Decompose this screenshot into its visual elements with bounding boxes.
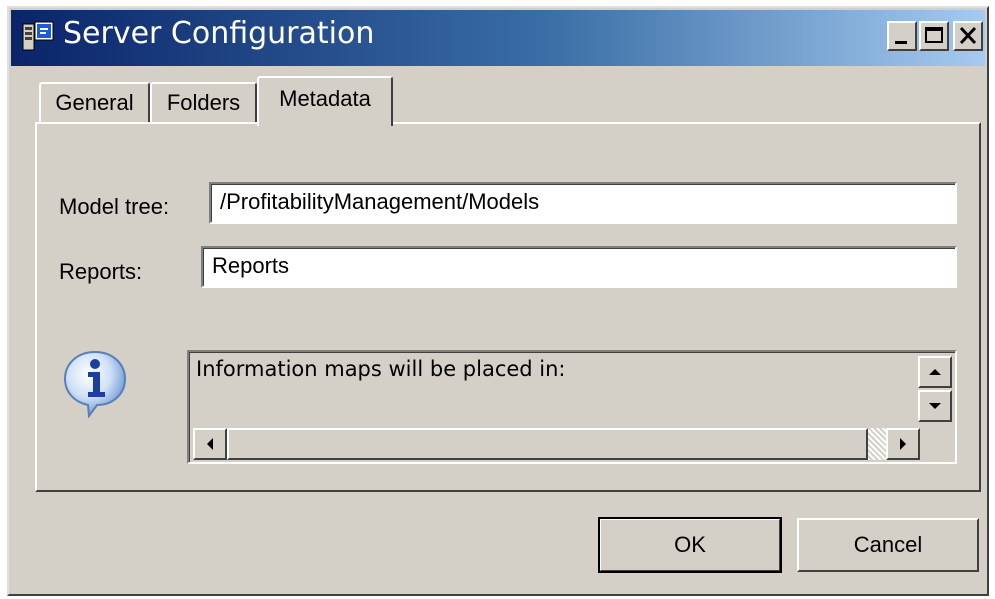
tab-folders[interactable]: Folders [150, 82, 257, 122]
scroll-left-button[interactable] [193, 428, 227, 460]
arrow-up-icon [929, 369, 941, 375]
scroll-up-button[interactable] [918, 356, 952, 388]
metadata-tab-panel: Model tree: /ProfitabilityManagement/Mod… [35, 122, 981, 492]
information-maps-text: Information maps will be placed in: [196, 357, 566, 381]
close-icon [959, 26, 977, 45]
horizontal-scroll-thumb[interactable] [227, 428, 868, 460]
model-tree-input[interactable]: /ProfitabilityManagement/Models [209, 182, 957, 224]
tab-metadata[interactable]: Metadata [257, 76, 393, 126]
vertical-scroll-track[interactable] [918, 422, 952, 428]
horizontal-scroll-track-remainder[interactable] [868, 428, 886, 460]
cancel-button[interactable]: Cancel [797, 518, 979, 572]
info-icon [63, 350, 127, 418]
reports-label: Reports: [59, 259, 143, 284]
scroll-down-button[interactable] [918, 390, 952, 422]
minimize-icon [895, 41, 907, 44]
arrow-left-icon [207, 438, 213, 450]
close-button[interactable] [953, 21, 983, 51]
server-configuration-dialog: Server Configuration General Folders Met… [7, 6, 989, 596]
window-title: Server Configuration [63, 16, 375, 51]
reports-input[interactable]: Reports [201, 246, 957, 288]
tab-metadata-label: Metadata [279, 86, 371, 111]
title-bar[interactable]: Server Configuration [11, 10, 985, 66]
model-tree-label: Model tree: [59, 194, 170, 219]
arrow-right-icon [900, 438, 906, 450]
server-app-icon [22, 21, 54, 51]
tab-general-label: General [55, 90, 134, 115]
arrow-down-icon [929, 403, 941, 409]
maximize-icon [925, 27, 943, 43]
minimize-button[interactable] [887, 21, 917, 51]
scroll-right-button[interactable] [886, 428, 920, 460]
tab-general[interactable]: General [39, 82, 150, 122]
tab-folders-label: Folders [166, 90, 241, 115]
information-maps-box[interactable]: Information maps will be placed in: [187, 350, 957, 464]
maximize-button[interactable] [919, 21, 949, 51]
ok-button[interactable]: OK [598, 517, 782, 573]
